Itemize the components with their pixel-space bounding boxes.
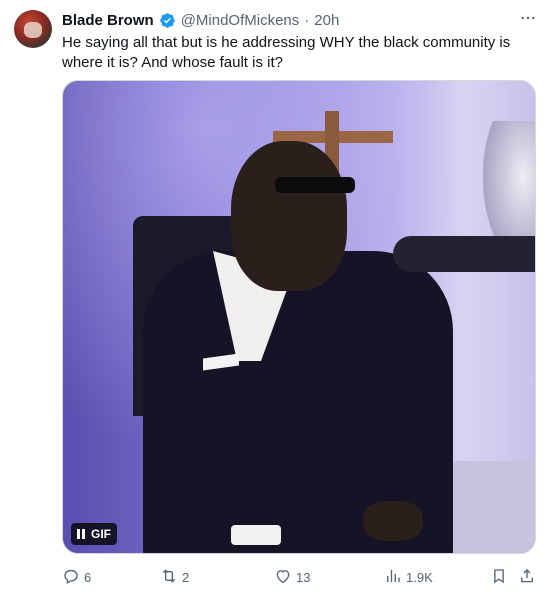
repost-icon bbox=[160, 567, 178, 588]
timestamp[interactable]: 20h bbox=[314, 12, 339, 29]
gif-label: GIF bbox=[91, 527, 111, 541]
separator-dot: · bbox=[304, 11, 310, 29]
shirt-cuff bbox=[231, 525, 281, 545]
author-handle[interactable]: @MindOfMickens bbox=[181, 12, 300, 29]
reply-icon bbox=[62, 567, 80, 588]
gif-media[interactable]: GIF bbox=[62, 80, 536, 554]
glasses bbox=[275, 177, 355, 193]
views-icon bbox=[384, 567, 402, 588]
action-bar: 6 2 13 1.9K bbox=[62, 566, 536, 588]
tweet-header: Blade Brown @MindOfMickens · 20h bbox=[62, 8, 538, 32]
reply-button[interactable]: 6 bbox=[62, 566, 91, 588]
like-count: 13 bbox=[296, 569, 311, 585]
microphone bbox=[393, 236, 535, 272]
avatar-image bbox=[24, 22, 42, 38]
hand bbox=[363, 501, 423, 541]
views-button[interactable]: 1.9K bbox=[384, 566, 433, 588]
reply-count: 6 bbox=[84, 569, 92, 585]
repost-count: 2 bbox=[182, 569, 190, 585]
share-icon bbox=[518, 567, 536, 588]
shelf bbox=[443, 461, 535, 553]
bookmark-icon bbox=[490, 567, 508, 588]
gif-badge[interactable]: GIF bbox=[71, 523, 117, 545]
like-button[interactable]: 13 bbox=[274, 566, 310, 588]
pause-icon[interactable] bbox=[77, 529, 85, 539]
more-icon[interactable] bbox=[518, 8, 538, 28]
share-button[interactable] bbox=[518, 566, 536, 588]
person-head bbox=[231, 141, 347, 291]
tweet[interactable]: Blade Brown @MindOfMickens · 20h He sayi… bbox=[0, 0, 552, 600]
views-count: 1.9K bbox=[406, 569, 433, 585]
author-name[interactable]: Blade Brown bbox=[62, 12, 154, 29]
avatar[interactable] bbox=[14, 10, 52, 48]
tweet-text: He saying all that but is he addressing … bbox=[62, 34, 511, 71]
bookmark-button[interactable] bbox=[490, 566, 508, 588]
heart-icon bbox=[274, 567, 292, 588]
verified-badge-icon bbox=[159, 12, 176, 29]
repost-button[interactable]: 2 bbox=[160, 566, 189, 588]
